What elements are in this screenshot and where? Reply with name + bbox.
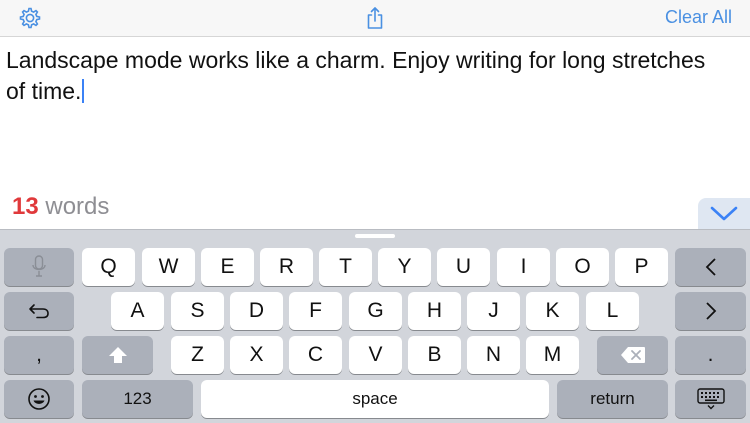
- key-t[interactable]: T: [319, 248, 372, 286]
- emoji-icon: [28, 388, 50, 410]
- key-comma[interactable]: ,: [4, 336, 74, 374]
- microphone-key[interactable]: [4, 248, 74, 286]
- key-q[interactable]: Q: [82, 248, 135, 286]
- key-x[interactable]: X: [230, 336, 283, 374]
- shift-icon: [108, 347, 127, 363]
- numbers-key[interactable]: 123: [82, 380, 193, 418]
- emoji-key[interactable]: [4, 380, 74, 418]
- key-o[interactable]: O: [556, 248, 609, 286]
- dismiss-keyboard-button[interactable]: [698, 198, 750, 230]
- shift-key[interactable]: [82, 336, 153, 374]
- text-cursor: [82, 79, 85, 103]
- key-k[interactable]: K: [526, 292, 579, 330]
- space-key[interactable]: space: [201, 380, 549, 418]
- keyboard-hide-key[interactable]: [675, 380, 746, 418]
- top-toolbar: Clear All: [0, 0, 750, 37]
- key-a[interactable]: A: [111, 292, 164, 330]
- keyboard: Q W E R T Y U I O P A S D F G H J K L , …: [0, 229, 750, 423]
- key-i[interactable]: I: [497, 248, 550, 286]
- key-j[interactable]: J: [467, 292, 520, 330]
- key-p[interactable]: P: [615, 248, 668, 286]
- key-b[interactable]: B: [408, 336, 461, 374]
- share-icon[interactable]: [362, 5, 388, 31]
- gear-icon[interactable]: [17, 5, 43, 31]
- key-g[interactable]: G: [349, 292, 402, 330]
- key-v[interactable]: V: [349, 336, 402, 374]
- key-z[interactable]: Z: [171, 336, 224, 374]
- chevron-left-icon: [705, 258, 716, 276]
- backspace-icon: [620, 347, 645, 363]
- backspace-key[interactable]: [597, 336, 668, 374]
- keyboard-grabber[interactable]: [355, 234, 395, 238]
- keyboard-hide-icon: [696, 388, 725, 410]
- key-e[interactable]: E: [201, 248, 254, 286]
- chevron-down-icon: [710, 206, 738, 221]
- word-count-number: 13: [12, 193, 39, 220]
- key-period[interactable]: .: [675, 336, 746, 374]
- microphone-icon: [32, 255, 46, 277]
- key-r[interactable]: R: [260, 248, 313, 286]
- key-s[interactable]: S: [171, 292, 224, 330]
- editor-line-2: of time.: [6, 78, 82, 104]
- chevron-right-icon: [705, 302, 716, 320]
- key-c[interactable]: C: [289, 336, 342, 374]
- undo-icon: [29, 304, 49, 319]
- key-m[interactable]: M: [526, 336, 579, 374]
- key-f[interactable]: F: [289, 292, 342, 330]
- key-l[interactable]: L: [586, 292, 639, 330]
- key-h[interactable]: H: [408, 292, 461, 330]
- return-key[interactable]: return: [557, 380, 668, 418]
- key-w[interactable]: W: [142, 248, 195, 286]
- left-arrow-key[interactable]: [675, 248, 746, 286]
- editor-line-1: Landscape mode works like a charm. Enjoy…: [6, 47, 706, 73]
- clear-all-button[interactable]: Clear All: [665, 7, 732, 28]
- key-y[interactable]: Y: [378, 248, 431, 286]
- word-count-label: words: [45, 193, 110, 220]
- undo-key[interactable]: [4, 292, 74, 330]
- key-n[interactable]: N: [467, 336, 520, 374]
- key-u[interactable]: U: [437, 248, 490, 286]
- text-editor[interactable]: Landscape mode works like a charm. Enjoy…: [6, 45, 741, 107]
- word-count: 13 words: [12, 193, 109, 221]
- right-arrow-key[interactable]: [675, 292, 746, 330]
- key-d[interactable]: D: [230, 292, 283, 330]
